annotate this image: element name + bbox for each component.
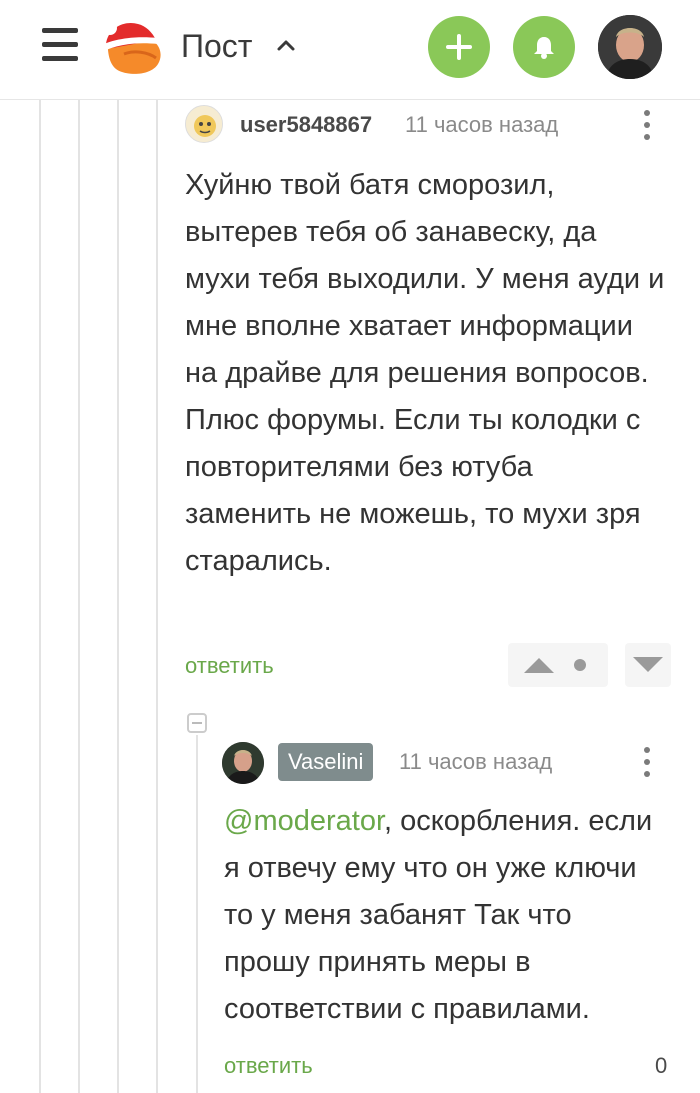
avatar[interactable] (222, 742, 264, 784)
plus-icon (446, 34, 472, 60)
chevron-up-icon[interactable] (274, 34, 298, 58)
comment-username[interactable]: user5848867 (240, 112, 372, 138)
arrow-up-icon[interactable] (522, 655, 556, 675)
menu-icon[interactable] (42, 26, 78, 62)
rating-dot-icon (574, 659, 586, 671)
arrow-down-icon (633, 657, 663, 672)
comment-score: 0 (655, 1053, 668, 1078)
vote-box (508, 643, 608, 687)
more-vertical-icon[interactable] (643, 745, 651, 779)
thread-line (156, 100, 158, 1093)
comment-time[interactable]: 11 часов назад (399, 749, 552, 775)
logo-icon[interactable] (98, 14, 168, 78)
thread-line (117, 100, 119, 1093)
avatar[interactable] (185, 105, 223, 143)
comment-text: @moderator, оскорбления. если я отвечу е… (224, 798, 664, 1033)
thread-line (196, 735, 198, 1093)
mention-link[interactable]: @moderator (224, 805, 384, 837)
notifications-button[interactable] (513, 16, 575, 78)
reply-button[interactable]: ответить (185, 653, 274, 679)
comment-time[interactable]: 11 часов назад (405, 112, 558, 138)
downvote-button[interactable] (625, 643, 671, 687)
page-title[interactable]: Пост (181, 26, 252, 66)
thread-line (78, 100, 80, 1093)
add-post-button[interactable] (428, 16, 490, 78)
comment-body: , оскорбления. если я отвечу ему что он … (224, 805, 653, 1025)
username-badge[interactable]: Vaselini (278, 743, 374, 781)
collapse-icon[interactable] (187, 713, 207, 733)
bell-icon (534, 37, 554, 59)
top-header: Пост (0, 0, 700, 100)
reply-button[interactable]: ответить (224, 1053, 313, 1079)
profile-avatar[interactable] (598, 15, 662, 79)
thread-line (39, 100, 41, 1093)
comment-text: Хуйню твой батя сморозил, вытерев тебя о… (185, 169, 665, 577)
more-vertical-icon[interactable] (643, 108, 651, 142)
